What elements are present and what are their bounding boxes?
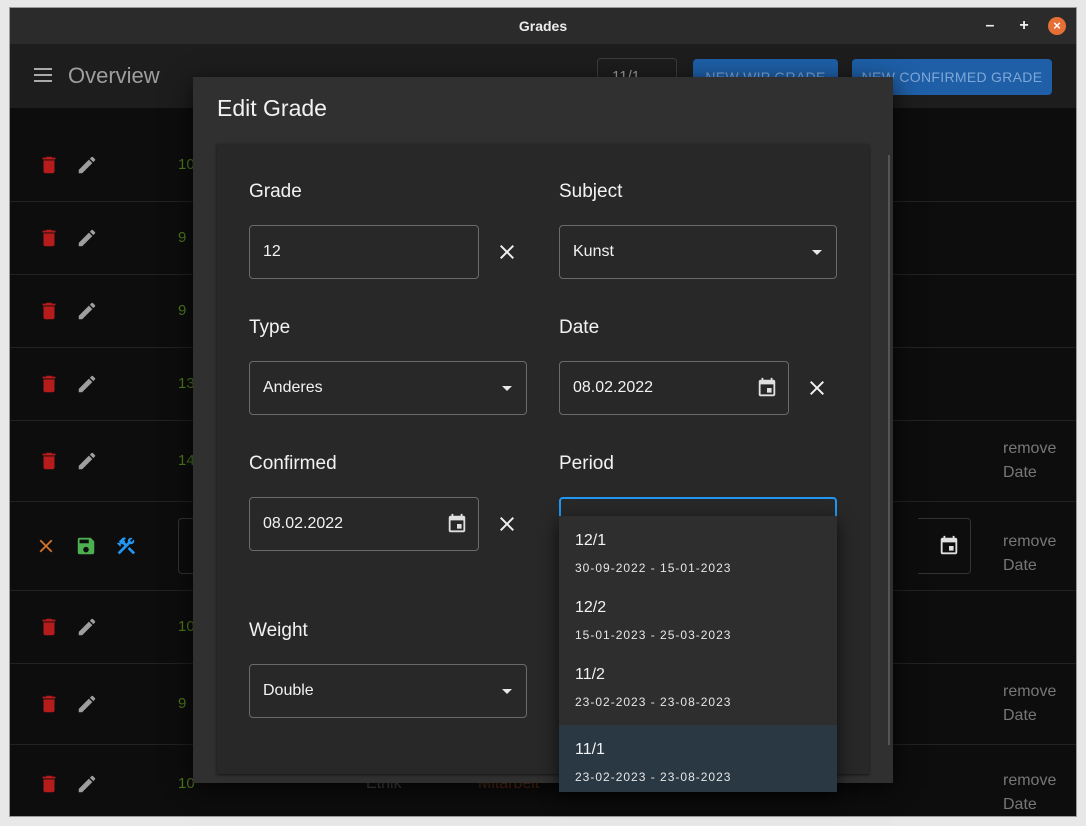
remove-label: remove [1003,440,1057,457]
minimize-button[interactable]: – [981,17,999,35]
period-option[interactable]: 11/2 23-02-2023 - 23-08-2023 [559,650,837,717]
close-window-button[interactable]: × [1048,17,1066,35]
maximize-button[interactable]: + [1015,17,1033,35]
type-select-value: Anderes [263,379,323,396]
period-label: Period [559,453,614,474]
pencil-icon[interactable] [76,616,98,638]
save-icon[interactable] [75,535,97,557]
remove-date-link[interactable]: remove Date [1003,680,1056,728]
remove-date-link[interactable]: remove Date [1003,437,1056,485]
remove-label: remove [1003,683,1057,700]
title-bar: Grades – + × [10,8,1076,44]
caret-down-icon [502,689,512,694]
menu-icon[interactable] [34,68,52,82]
grade-label: Grade [249,181,302,202]
pencil-icon[interactable] [76,450,98,472]
trash-icon[interactable] [38,616,60,638]
caret-down-icon [502,386,512,391]
type-select[interactable]: Anderes [249,361,527,415]
trash-icon[interactable] [38,373,60,395]
weight-label: Weight [249,620,308,641]
tools-icon[interactable] [115,535,137,557]
remove-date-link[interactable]: remove Date [1003,769,1056,816]
calendar-icon[interactable] [446,513,468,535]
close-icon[interactable] [35,535,57,557]
date-input-value: 08.02.2022 [573,379,654,396]
confirmed-date-input[interactable]: 08.02.2022 [249,497,479,551]
grade-input-value: 12 [263,243,281,260]
trash-icon[interactable] [38,300,60,322]
period-option-name: 11/1 [575,741,605,758]
trash-icon[interactable] [38,154,60,176]
subject-select-value: Kunst [573,243,614,260]
period-dropdown-menu: 12/1 30-09-2022 - 15-01-2023 12/2 15-01-… [559,516,837,792]
date-label: Date [1003,796,1037,813]
period-option-name: 12/2 [575,599,607,616]
inline-date-field[interactable] [918,518,971,574]
period-option-range: 15-01-2023 - 25-03-2023 [575,628,732,642]
pencil-icon[interactable] [76,773,98,795]
date-label: Date [1003,707,1037,724]
date-input[interactable]: 08.02.2022 [559,361,789,415]
window-title: Grades [518,18,568,34]
dialog-scrollbar[interactable] [888,155,890,745]
weight-select[interactable]: Double [249,664,527,718]
trash-icon[interactable] [38,227,60,249]
remove-date-link[interactable]: remove Date [1003,530,1056,578]
calendar-icon[interactable] [756,377,778,399]
grade-value: 9 [178,302,187,319]
dialog-title: Edit Grade [217,95,327,121]
period-option-range: 23-02-2023 - 23-08-2023 [575,695,732,709]
pencil-icon[interactable] [76,227,98,249]
period-option-range: 30-09-2022 - 15-01-2023 [575,561,732,575]
page-title: Overview [68,63,160,88]
subject-label: Subject [559,181,623,202]
period-option-range: 23-02-2023 - 23-08-2023 [575,770,732,784]
period-option-name: 12/1 [575,532,607,549]
pencil-icon[interactable] [76,373,98,395]
date-label: Date [559,317,600,338]
trash-icon[interactable] [38,773,60,795]
grade-value: 9 [178,229,187,246]
period-option-name: 11/2 [575,666,605,683]
subject-select[interactable]: Kunst [559,225,837,279]
pencil-icon[interactable] [76,300,98,322]
confirmed-label: Confirmed [249,453,337,474]
weight-select-value: Double [263,682,314,699]
grade-value: 9 [178,695,187,712]
type-label: Type [249,317,291,338]
clear-date-icon[interactable] [805,376,829,400]
caret-down-icon [812,250,822,255]
confirmed-input-value: 08.02.2022 [263,515,344,532]
period-option-selected[interactable]: 11/1 23-02-2023 - 23-08-2023 [559,725,837,792]
grade-input[interactable]: 12 [249,225,479,279]
pencil-icon[interactable] [76,154,98,176]
period-option[interactable]: 12/2 15-01-2023 - 25-03-2023 [559,583,837,650]
trash-icon[interactable] [38,693,60,715]
date-label: Date [1003,557,1037,574]
remove-label: remove [1003,533,1057,550]
clear-confirmed-icon[interactable] [495,512,519,536]
pencil-icon[interactable] [76,693,98,715]
remove-label: remove [1003,772,1057,789]
clear-grade-icon[interactable] [495,240,519,264]
period-option[interactable]: 12/1 30-09-2022 - 15-01-2023 [559,516,837,583]
trash-icon[interactable] [38,450,60,472]
calendar-icon[interactable] [938,535,960,557]
date-label: Date [1003,464,1037,481]
